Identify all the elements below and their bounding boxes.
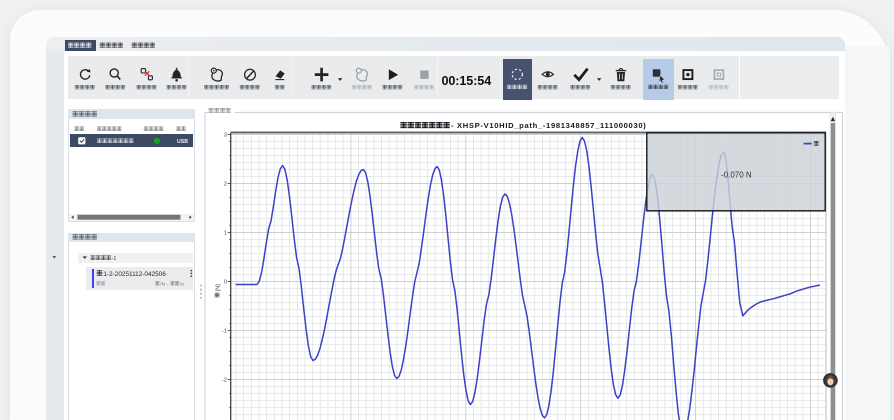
svg-text:2: 2 xyxy=(224,182,227,188)
svg-text:-1: -1 xyxy=(222,329,227,335)
svg-text:-1: -1 xyxy=(112,256,117,262)
svg-text:00:15:54: 00:15:54 xyxy=(442,74,492,88)
svg-text:1-2-20251112-042506: 1-2-20251112-042506 xyxy=(103,271,166,278)
svg-text:/N -: /N - xyxy=(160,281,168,287)
svg-text:-0.070 N: -0.070 N xyxy=(721,171,752,180)
svg-text:[N]: [N] xyxy=(216,284,222,292)
svg-text:USB: USB xyxy=(177,139,188,145)
svg-text:1: 1 xyxy=(224,231,227,237)
svg-text:- XHSP-V10HID_path_-1981348857: - XHSP-V10HID_path_-1981348857_111000030… xyxy=(451,121,646,130)
svg-text:-2: -2 xyxy=(222,378,227,384)
svg-text:/s: /s xyxy=(180,281,184,287)
